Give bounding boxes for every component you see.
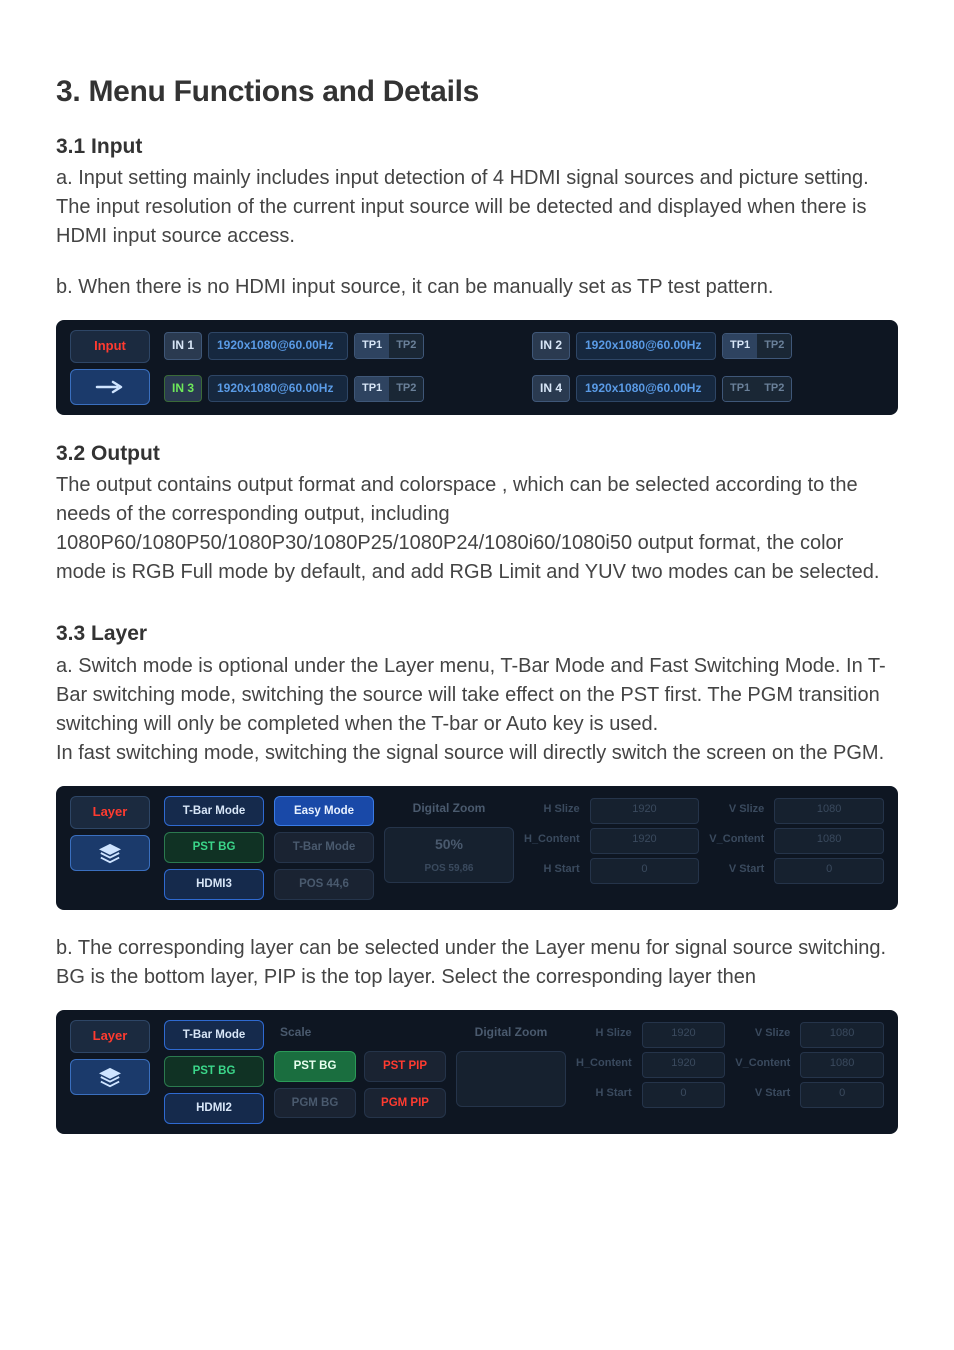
in3-tp1[interactable]: TP1 — [355, 377, 389, 401]
l1-zoom-box[interactable]: 50% POS 59,86 — [384, 827, 514, 883]
l1-zoom-pos: POS 59,86 — [425, 862, 474, 877]
in2-tp1[interactable]: TP1 — [723, 334, 757, 358]
in1-tp2[interactable]: TP2 — [389, 334, 423, 358]
in1-tp1[interactable]: TP1 — [355, 334, 389, 358]
section-3-2-body: The output contains output format and co… — [56, 471, 898, 587]
l2-pgmbg-btn[interactable]: PGM BG — [274, 1088, 356, 1119]
layer-panel-1: Layer T-Bar Mode PST BG HDMI3 Easy Mode … — [56, 786, 898, 910]
in1-resolution: 1920x1080@60.00Hz — [208, 332, 348, 359]
l2-digital-zoom-label: Digital Zoom — [456, 1020, 566, 1045]
input-row-1: IN 1 1920x1080@60.00Hz TP1 TP2 — [164, 330, 516, 362]
section-3-2-head: 3.2 Output — [56, 439, 898, 469]
l1-tbar-mode[interactable]: T-Bar Mode — [164, 796, 264, 827]
l2-stats: H Slize 1920 V Slize 1080 H_Content 1920… — [576, 1020, 884, 1108]
layers-icon — [70, 835, 150, 871]
arrow-right-icon — [70, 369, 150, 405]
in2-resolution: 1920x1080@60.00Hz — [576, 332, 716, 359]
section-3-1-a: a. Input setting mainly includes input d… — [56, 164, 898, 251]
tab-layer-2[interactable]: Layer — [70, 1020, 150, 1053]
l2-pgmpip-btn[interactable]: PGM PIP — [364, 1088, 446, 1119]
section-3-3-head: 3.3 Layer — [56, 619, 898, 649]
in4-tp1[interactable]: TP1 — [723, 377, 757, 401]
l1-hdmi3[interactable]: HDMI3 — [164, 869, 264, 900]
page-title: 3. Menu Functions and Details — [56, 70, 898, 114]
l1-zoom-value: 50% — [435, 834, 463, 854]
in2-badge[interactable]: IN 2 — [532, 332, 570, 359]
in4-tp2[interactable]: TP2 — [757, 377, 791, 401]
section-3-1-b: b. When there is no HDMI input source, i… — [56, 273, 898, 302]
in3-resolution: 1920x1080@60.00Hz — [208, 375, 348, 402]
in4-resolution: 1920x1080@60.00Hz — [576, 375, 716, 402]
l1-digital-zoom-label: Digital Zoom — [384, 796, 514, 821]
l1-pos-44-6[interactable]: POS 44,6 — [274, 869, 374, 900]
in3-badge[interactable]: IN 3 — [164, 375, 202, 402]
tab-input[interactable]: Input — [70, 330, 150, 363]
input-row-2: IN 2 1920x1080@60.00Hz TP1 TP2 — [532, 330, 884, 362]
l2-zoom-box[interactable] — [456, 1051, 566, 1107]
l2-hdmi2[interactable]: HDMI2 — [164, 1093, 264, 1124]
l1-pst-bg[interactable]: PST BG — [164, 832, 264, 863]
in1-badge[interactable]: IN 1 — [164, 332, 202, 359]
in2-tp2[interactable]: TP2 — [757, 334, 791, 358]
l2-pstpip-btn[interactable]: PST PIP — [364, 1051, 446, 1082]
section-3-1-head: 3.1 Input — [56, 132, 898, 162]
section-3-3-a: a. Switch mode is optional under the Lay… — [56, 652, 898, 739]
l2-pstbg-btn[interactable]: PST BG — [274, 1051, 356, 1082]
l2-scale-label: Scale — [274, 1020, 446, 1045]
in3-tp2[interactable]: TP2 — [389, 377, 423, 401]
l2-tbar-mode[interactable]: T-Bar Mode — [164, 1020, 264, 1051]
section-3-3-b: b. The corresponding layer can be select… — [56, 934, 898, 963]
l1-tbar-sub[interactable]: T-Bar Mode — [274, 832, 374, 863]
l2-pst-bg[interactable]: PST BG — [164, 1056, 264, 1087]
l1-easy-mode[interactable]: Easy Mode — [274, 796, 374, 827]
tab-layer-1[interactable]: Layer — [70, 796, 150, 829]
input-panel: Input IN 1 1920x1080@60.00Hz TP1 TP2 IN … — [56, 320, 898, 415]
l1-stats: H Slize 1920 V Slize 1080 H_Content 1920… — [524, 796, 884, 884]
layers-icon-2 — [70, 1059, 150, 1095]
layer-panel-2: Layer T-Bar Mode PST BG HDMI2 Scale PST … — [56, 1010, 898, 1134]
section-3-3-b2: BG is the bottom layer, PIP is the top l… — [56, 963, 898, 992]
section-3-3-a2: In fast switching mode, switching the si… — [56, 739, 898, 768]
input-row-3: IN 3 1920x1080@60.00Hz TP1 TP2 — [164, 372, 516, 404]
input-row-4: IN 4 1920x1080@60.00Hz TP1 TP2 — [532, 372, 884, 404]
in4-badge[interactable]: IN 4 — [532, 375, 570, 402]
